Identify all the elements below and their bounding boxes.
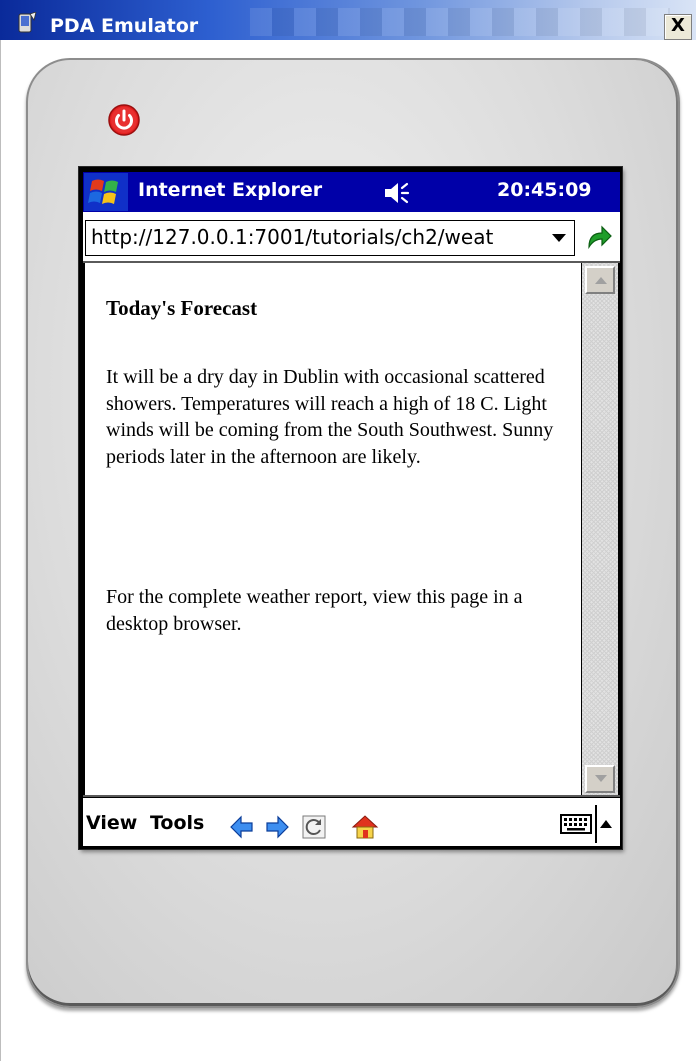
address-url[interactable]: http://127.0.0.1:7001/tutorials/ch2/weat [91, 224, 535, 250]
home-icon[interactable] [351, 813, 379, 841]
page-title: Today's Forecast [106, 296, 258, 320]
window-border [0, 40, 1, 1061]
scroll-up-button[interactable] [585, 266, 615, 294]
arrow-down-icon [595, 775, 607, 782]
pda-app-icon [16, 11, 38, 34]
forecast-paragraph: It will be a dry day in Dublin with occa… [106, 366, 554, 468]
keyboard-icon[interactable] [560, 812, 592, 836]
divider [595, 805, 597, 843]
divider [83, 795, 620, 797]
close-button[interactable]: X [664, 14, 692, 40]
scroll-down-button[interactable] [585, 765, 615, 793]
go-arrow-icon[interactable] [584, 222, 614, 252]
menu-tools[interactable]: Tools [150, 812, 204, 834]
status-clock[interactable]: 20:45:09 [497, 179, 592, 201]
page-content[interactable] [85, 263, 581, 795]
windows-start-icon[interactable] [84, 173, 128, 211]
close-icon: X [671, 15, 685, 36]
titlebar-decoration [250, 8, 670, 36]
status-app-title: Internet Explorer [138, 179, 323, 201]
speaker-icon[interactable] [382, 180, 412, 206]
back-icon[interactable] [228, 813, 256, 841]
vertical-scrollbar[interactable] [582, 263, 618, 795]
refresh-icon[interactable] [300, 813, 328, 841]
desktop-note-paragraph: For the complete weather report, view th… [106, 586, 523, 635]
menu-view[interactable]: View [86, 812, 137, 834]
chevron-down-icon[interactable] [548, 226, 570, 248]
forward-icon[interactable] [263, 813, 291, 841]
sip-arrow-icon[interactable] [599, 815, 613, 828]
power-icon[interactable] [107, 103, 141, 137]
window-title: PDA Emulator [50, 15, 199, 37]
arrow-up-icon [595, 277, 607, 284]
window-titlebar[interactable]: PDA Emulator X [0, 0, 696, 40]
